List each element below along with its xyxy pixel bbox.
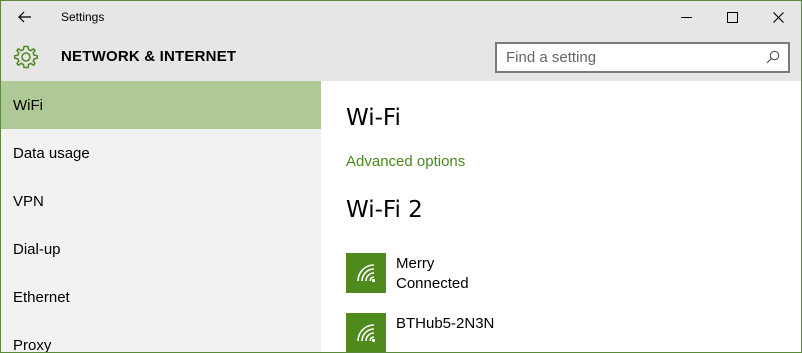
section-title-wifi-2: Wi-Fi 2 <box>346 197 423 223</box>
sidebar-item-label: Data usage <box>13 144 90 162</box>
wifi-icon <box>357 324 376 343</box>
sidebar-item-label: WiFi <box>13 96 43 114</box>
back-button[interactable] <box>1 1 49 33</box>
settings-window: Settings NETWORK & INTERNET Find a setti… <box>0 0 802 353</box>
network-status: Connected <box>396 275 469 292</box>
sidebar-item-dial-up[interactable]: Dial-up <box>1 225 321 273</box>
window-controls <box>663 1 801 33</box>
wifi-tile <box>346 313 386 352</box>
search-box[interactable] <box>495 42 790 73</box>
sidebar-item-label: Proxy <box>13 336 52 353</box>
gear-icon <box>13 45 39 69</box>
network-name: BTHub5-2N3N <box>396 315 495 332</box>
sidebar-item-label: Ethernet <box>13 288 70 306</box>
maximize-icon <box>726 11 738 23</box>
main-content: Wi-Fi Advanced options Wi-Fi 2 Merry Con… <box>321 81 801 352</box>
network-item-bthub5[interactable]: BTHub5-2N3N <box>346 313 494 352</box>
wifi-icon <box>357 264 376 283</box>
title-bar: Settings <box>1 1 801 33</box>
back-arrow-icon <box>18 11 31 23</box>
network-item-merry[interactable]: Merry Connected <box>346 253 469 294</box>
page-title: NETWORK & INTERNET <box>61 48 237 65</box>
sidebar-item-vpn[interactable]: VPN <box>1 177 321 225</box>
advanced-options-link[interactable]: Advanced options <box>346 153 465 170</box>
sidebar-item-label: Dial-up <box>13 240 61 258</box>
sidebar-item-wifi[interactable]: WiFi <box>1 81 321 129</box>
wifi-tile <box>346 253 386 293</box>
search-input[interactable] <box>497 44 757 71</box>
minimize-button[interactable] <box>663 1 709 33</box>
search-icon[interactable] <box>766 50 780 64</box>
network-text: Merry Connected <box>396 253 469 294</box>
network-text: BTHub5-2N3N <box>396 313 494 334</box>
sidebar-item-proxy[interactable]: Proxy <box>1 321 321 353</box>
network-name: Merry <box>396 255 435 272</box>
sidebar: WiFi Data usage VPN Dial-up Ethernet Pro… <box>1 81 321 353</box>
close-icon <box>772 11 784 23</box>
sidebar-item-ethernet[interactable]: Ethernet <box>1 273 321 321</box>
page-header: NETWORK & INTERNET <box>1 33 801 81</box>
sidebar-item-label: VPN <box>13 192 44 210</box>
maximize-button[interactable] <box>709 1 755 33</box>
sidebar-item-data-usage[interactable]: Data usage <box>1 129 321 177</box>
section-title-wifi: Wi-Fi <box>346 105 401 131</box>
minimize-icon <box>680 16 692 18</box>
close-button[interactable] <box>755 1 801 33</box>
window-title: Settings <box>61 10 105 24</box>
